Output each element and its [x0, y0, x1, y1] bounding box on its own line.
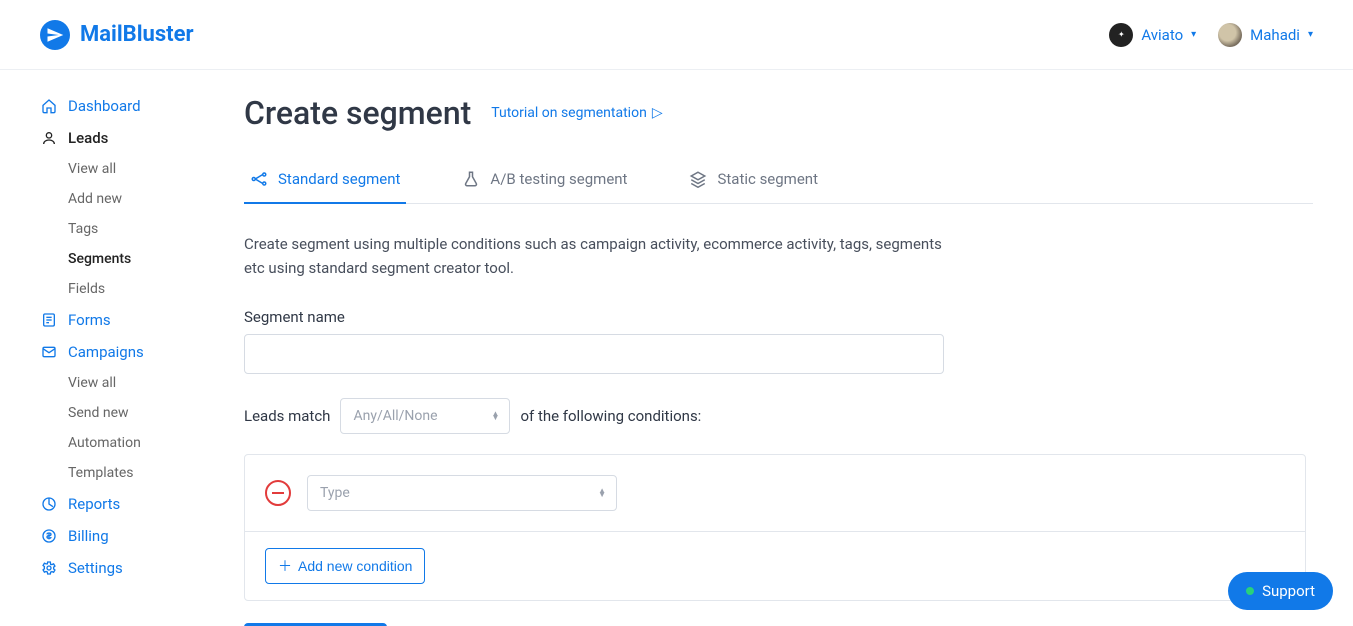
- sidebar-label: Campaigns: [68, 343, 144, 361]
- sidebar-label: Forms: [68, 311, 111, 329]
- sidebar-item-leads[interactable]: Leads: [40, 122, 210, 154]
- type-placeholder: Type: [320, 485, 350, 501]
- org-switcher[interactable]: ✦ Aviato ▾: [1109, 23, 1196, 47]
- sidebar-sub-campaigns-view-all[interactable]: View all: [40, 368, 210, 398]
- segment-name-input[interactable]: [244, 334, 944, 374]
- user-menu[interactable]: Mahadi ▾: [1218, 23, 1313, 47]
- page-description: Create segment using multiple conditions…: [244, 232, 944, 280]
- sidebar-label: Leads: [68, 129, 108, 147]
- of-following-label: of the following conditions:: [520, 407, 701, 425]
- chart-icon: [40, 496, 58, 512]
- page-title: Create segment: [244, 94, 471, 132]
- type-select[interactable]: Type ▲▼: [307, 475, 617, 511]
- add-condition-row: ＋ Add new condition: [245, 532, 1305, 600]
- tabs: Standard segment A/B testing segment Sta…: [244, 160, 1313, 204]
- org-name: Aviato: [1141, 26, 1183, 44]
- tab-static-segment[interactable]: Static segment: [683, 160, 824, 204]
- remove-condition-button[interactable]: [265, 480, 291, 506]
- match-placeholder: Any/All/None: [353, 408, 437, 424]
- tab-standard-segment[interactable]: Standard segment: [244, 160, 406, 204]
- sidebar-sub-fields[interactable]: Fields: [40, 274, 210, 304]
- tab-ab-testing-segment[interactable]: A/B testing segment: [456, 160, 633, 204]
- user-name: Mahadi: [1250, 26, 1300, 44]
- brand-name: MailBluster: [80, 22, 194, 47]
- page-header: Create segment Tutorial on segmentation …: [244, 94, 1313, 132]
- sidebar-item-campaigns[interactable]: Campaigns: [40, 336, 210, 368]
- gear-icon: [40, 560, 58, 576]
- chevron-down-icon: ▾: [1308, 29, 1313, 40]
- minus-icon: [272, 492, 284, 494]
- layers-icon: [689, 170, 707, 188]
- form-icon: [40, 312, 58, 328]
- play-icon: ▷: [652, 105, 663, 121]
- sidebar-sub-segments[interactable]: Segments: [40, 244, 210, 274]
- sidebar-label: Reports: [68, 495, 120, 513]
- mail-icon: [40, 344, 58, 360]
- main-content: Create segment Tutorial on segmentation …: [220, 70, 1353, 626]
- support-button[interactable]: Support: [1228, 572, 1333, 610]
- sidebar-sub-send-new[interactable]: Send new: [40, 398, 210, 428]
- tutorial-link[interactable]: Tutorial on segmentation ▷: [491, 105, 662, 121]
- caret-sort-icon: ▲▼: [492, 412, 500, 420]
- match-row: Leads match Any/All/None ▲▼ of the follo…: [244, 398, 1313, 434]
- sidebar-item-billing[interactable]: Billing: [40, 520, 210, 552]
- conditions-box: Type ▲▼ ＋ Add new condition: [244, 454, 1306, 601]
- chevron-down-icon: ▾: [1191, 29, 1196, 40]
- sidebar-item-reports[interactable]: Reports: [40, 488, 210, 520]
- sidebar-sub-tags[interactable]: Tags: [40, 214, 210, 244]
- sidebar: Dashboard Leads View all Add new Tags Se…: [0, 70, 220, 626]
- home-icon: [40, 98, 58, 114]
- caret-sort-icon: ▲▼: [598, 489, 606, 497]
- sidebar-sub-add-new[interactable]: Add new: [40, 184, 210, 214]
- sidebar-sub-view-all[interactable]: View all: [40, 154, 210, 184]
- user-icon: [40, 130, 58, 146]
- add-condition-button[interactable]: ＋ Add new condition: [265, 548, 425, 584]
- sidebar-label: Settings: [68, 559, 123, 577]
- org-avatar: ✦: [1109, 23, 1133, 47]
- sidebar-label: Billing: [68, 527, 109, 545]
- user-avatar: [1218, 23, 1242, 47]
- topbar: MailBluster ✦ Aviato ▾ Mahadi ▾: [0, 0, 1353, 70]
- condition-row: Type ▲▼: [245, 455, 1305, 532]
- sidebar-sub-automation[interactable]: Automation: [40, 428, 210, 458]
- sidebar-item-settings[interactable]: Settings: [40, 552, 210, 584]
- sidebar-item-dashboard[interactable]: Dashboard: [40, 90, 210, 122]
- plus-icon: ＋: [278, 556, 292, 576]
- leads-match-label: Leads match: [244, 407, 330, 425]
- match-select[interactable]: Any/All/None ▲▼: [340, 398, 510, 434]
- nodes-icon: [250, 170, 268, 188]
- top-right: ✦ Aviato ▾ Mahadi ▾: [1109, 23, 1313, 47]
- sidebar-sub-templates[interactable]: Templates: [40, 458, 210, 488]
- flask-icon: [462, 170, 480, 188]
- logo[interactable]: MailBluster: [40, 20, 194, 50]
- status-dot-icon: [1246, 587, 1254, 595]
- sidebar-item-forms[interactable]: Forms: [40, 304, 210, 336]
- dollar-icon: [40, 528, 58, 544]
- segment-name-label: Segment name: [244, 308, 1313, 326]
- logo-icon: [40, 20, 70, 50]
- sidebar-label: Dashboard: [68, 97, 141, 115]
